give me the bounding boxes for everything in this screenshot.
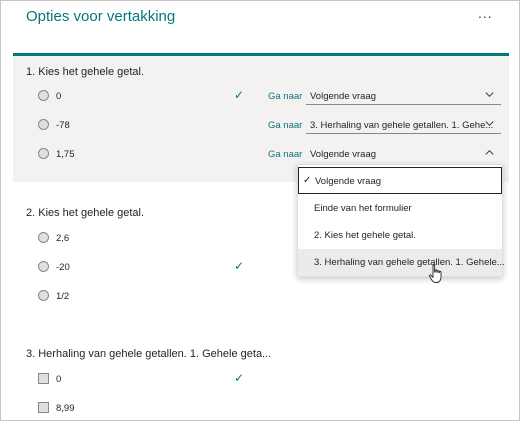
radio-q1-option-3[interactable]	[38, 148, 49, 159]
radio-q2-option-2[interactable]	[38, 261, 49, 272]
branching-panel: Opties voor vertakking ... 1. Kies het g…	[0, 0, 520, 421]
goto-label: Ga naar	[268, 149, 303, 160]
q1-option-2-label: -78	[56, 120, 70, 131]
goto-dropdown-q1-option-1[interactable]: Volgende vraag	[306, 88, 501, 105]
hand-pointer-icon	[429, 264, 442, 283]
checkbox-q3-option-2[interactable]	[38, 402, 49, 413]
menu-item-label: 3. Herhaling van gehele getallen. 1. Geh…	[314, 257, 505, 268]
menu-item-label: 2. Kies het gehele getal.	[314, 230, 416, 241]
q1-option-3-label: 1,75	[56, 149, 75, 160]
radio-q2-option-1[interactable]	[38, 232, 49, 243]
menu-item-question-2[interactable]: 2. Kies het gehele getal.	[298, 222, 502, 249]
q3-option-2-label: 8,99	[56, 403, 75, 414]
goto-label: Ga naar	[268, 91, 303, 102]
chevron-down-icon	[485, 121, 494, 127]
menu-item-question-3[interactable]: 3. Herhaling van gehele getallen. 1. Geh…	[298, 249, 505, 276]
q1-option-1-label: 0	[56, 91, 62, 102]
check-icon: ✓	[303, 175, 312, 186]
goto-dropdown-q1-option-3[interactable]: Volgende vraag	[306, 146, 501, 163]
goto-dropdown-menu: ✓ Volgende vraag Einde van het formulier…	[297, 164, 505, 277]
more-icon[interactable]: ...	[478, 5, 493, 21]
q3-option-1-label: 0	[56, 374, 62, 385]
radio-q1-option-2[interactable]	[38, 119, 49, 130]
check-icon: ✓	[234, 88, 245, 102]
question-3-title: 3. Herhaling van gehele getallen. 1. Geh…	[26, 348, 272, 360]
chevron-up-icon	[485, 149, 494, 155]
goto-value: 3. Herhaling van gehele getallen. 1. Geh…	[310, 120, 494, 131]
question-1-title: 1. Kies het gehele getal.	[26, 66, 145, 78]
goto-value: Volgende vraag	[310, 149, 377, 160]
check-icon: ✓	[234, 371, 245, 385]
goto-label: Ga naar	[268, 120, 303, 131]
menu-item-einde-formulier[interactable]: Einde van het formulier	[298, 195, 502, 222]
page-title: Opties voor vertakking	[26, 8, 176, 25]
menu-item-volgende-vraag[interactable]: ✓ Volgende vraag	[298, 167, 502, 194]
q2-option-3-label: 1/2	[56, 291, 70, 302]
radio-q1-option-1[interactable]	[38, 90, 49, 101]
question-2-title: 2. Kies het gehele getal.	[26, 207, 145, 219]
menu-item-label: Volgende vraag	[315, 176, 382, 187]
check-icon: ✓	[234, 259, 245, 273]
chevron-down-icon	[485, 92, 494, 98]
q2-option-2-label: -20	[56, 262, 70, 273]
goto-value: Volgende vraag	[310, 91, 377, 102]
radio-q2-option-3[interactable]	[38, 290, 49, 301]
menu-item-label: Einde van het formulier	[314, 203, 412, 214]
q2-option-1-label: 2,6	[56, 233, 70, 244]
goto-dropdown-q1-option-2[interactable]: 3. Herhaling van gehele getallen. 1. Geh…	[306, 117, 501, 134]
checkbox-q3-option-1[interactable]	[38, 373, 49, 384]
